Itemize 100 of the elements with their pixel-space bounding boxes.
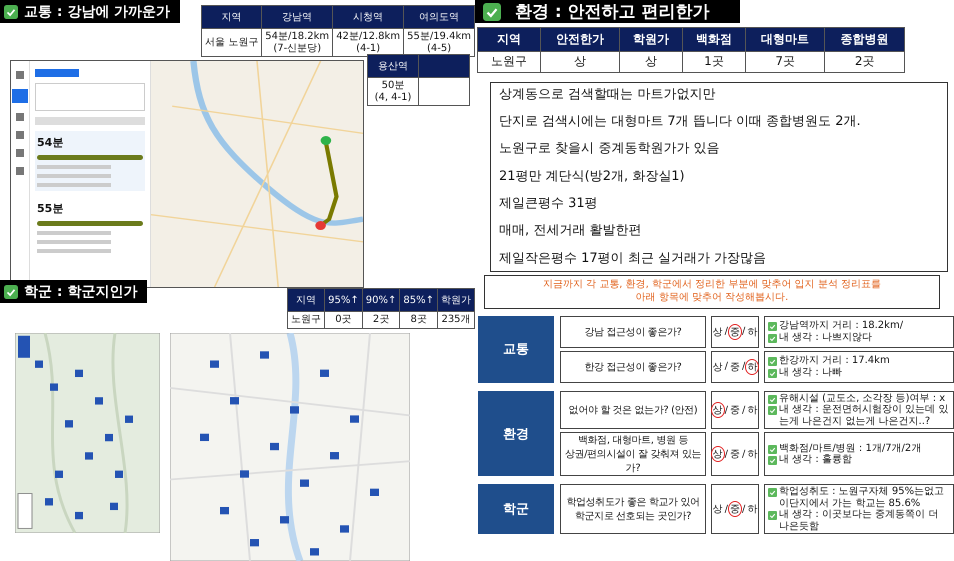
rating-option[interactable]: 중 [728, 402, 742, 418]
column-header: 지역 [288, 288, 325, 312]
column-header: 85%↑ [400, 288, 438, 312]
nav-icon[interactable] [16, 131, 24, 139]
check-icon [768, 368, 777, 378]
nav-icon[interactable] [16, 149, 24, 157]
column-header: 대형마트 [745, 28, 825, 52]
separator-text: / [742, 504, 746, 515]
column-header: 강남역 [262, 6, 333, 28]
column-header: 시청역 [332, 6, 404, 28]
check-icon [768, 511, 777, 520]
column-header: 95%↑ [324, 288, 362, 312]
rating-option[interactable]: 상 [710, 501, 725, 518]
question-cell: 강남 접근성이 좋은가? [560, 316, 706, 348]
section-title: 환경 : 안전하고 편리한가 [515, 1, 710, 23]
rating-option[interactable]: 상 [710, 402, 725, 418]
nav-icon[interactable] [16, 71, 24, 79]
check-icon [768, 334, 777, 343]
check-icon [768, 456, 777, 466]
check-icon [4, 4, 18, 18]
separator-text: / [724, 448, 728, 460]
table-cell: 서울 노원구 [202, 28, 262, 56]
answer-text: 강남역까지 거리 : 18.2km/ [779, 320, 904, 332]
column-header: 90%↑ [362, 288, 400, 312]
note-line: 노원구로 찾을시 중계동학원가가 있음 [499, 140, 720, 158]
check-icon [768, 406, 777, 416]
separator-text: / [724, 326, 728, 338]
answer-text: 한강까지 거리 : 17.4km [779, 355, 891, 367]
table-cell: 노원구 [288, 312, 325, 328]
note-line: 제일작은평수 17평이 최근 실거래가 가장많음 [499, 250, 768, 268]
notice-text: 지금까지 각 교통, 환경, 학군에서 정리한 부분에 맞추어 입지 분석 정리표를 아래 항목에 맞추어 작성해봅시다. [542, 279, 882, 304]
table-cell: 노원구 [478, 52, 540, 72]
table-cell: 7곳 [745, 52, 825, 72]
table-cell: 2곳 [362, 312, 400, 328]
table-cell: 235개 [438, 312, 474, 328]
category-label: 환경 [478, 390, 554, 476]
table-cell: 1곳 [682, 52, 746, 72]
answer-text: 유해시설 (교도소, 소각장 등)여부 : x [779, 392, 946, 404]
note-line: 매매, 전세거래 활발한편 [499, 222, 642, 240]
question-cell: 없어야 할 것은 없는가? (안전) [560, 390, 706, 430]
check-icon [768, 444, 777, 454]
note-line: 제일큰평수 31평 [499, 195, 599, 214]
rating-option[interactable]: 하 [745, 324, 760, 340]
route-time: 55분 [37, 201, 64, 216]
note-line: 21평만 계단식(방2개, 화장실1) [499, 168, 686, 186]
category-label: 교통 [478, 316, 554, 383]
separator-text: / [724, 404, 728, 416]
rating-option[interactable]: 중 [728, 501, 742, 518]
table-cell: 상 [540, 52, 620, 72]
column-header: 학원가 [438, 288, 474, 312]
rating-option[interactable]: 상 [710, 446, 725, 462]
table-cell: 2곳 [824, 52, 904, 72]
check-icon [768, 394, 777, 404]
rating-option[interactable]: 중 [728, 446, 742, 462]
category-label: 학군 [478, 484, 554, 534]
separator-text: / [742, 448, 746, 460]
column-header: 안전한가 [540, 28, 620, 52]
answer-text: 학업성취도 : 노원구자체 95%는없고 이단지에서 가는 학교는 85.6% [779, 486, 946, 510]
question-cell: 한강 접근성이 좋은가? [560, 350, 706, 383]
answer-text: 내 생각 : 나쁘지않다 [779, 332, 873, 344]
check-icon [4, 284, 18, 298]
column-header: 지역 [202, 6, 262, 28]
rating-option[interactable]: 중 [728, 358, 742, 375]
note-line: 상계동으로 검색할때는 마트가없지만 [499, 86, 716, 104]
answer-text: 내 생각 : 나빠 [779, 366, 843, 378]
check-icon [768, 322, 777, 332]
nav-icon[interactable] [16, 167, 24, 175]
section-title: 교통 : 강남에 가까운가 [24, 2, 170, 20]
table-cell: 상 [620, 52, 683, 72]
check-icon [768, 488, 777, 498]
rating-option[interactable]: 상 [710, 324, 725, 340]
nav-icon[interactable] [16, 113, 24, 121]
table-cell: 8곳 [400, 312, 438, 328]
rating-option[interactable]: 하 [745, 402, 760, 418]
route-time: 54분 [37, 135, 64, 150]
rating-option[interactable]: 하 [745, 501, 760, 518]
note-line: 단지로 검색시에는 대형마트 7개 뜹니다 이때 종합병원도 2개. [499, 113, 862, 132]
rating-option[interactable]: 중 [728, 324, 742, 340]
column-header: 학원가 [620, 28, 683, 52]
search-field[interactable] [35, 83, 145, 111]
table-cell: 0곳 [324, 312, 362, 328]
question-cell: 백화점, 대형마트, 병원 등 상권/편의시설이 잘 갖춰져 있는가? [560, 432, 706, 476]
check-icon [483, 2, 501, 20]
rating-option[interactable]: 하 [745, 358, 760, 375]
answer-text: 백화점/마트/병원 : 1개/7개/2개 [779, 442, 922, 454]
separator-text: / [742, 404, 746, 416]
separator-text: / [742, 326, 746, 338]
nav-icon[interactable] [12, 89, 28, 103]
separator-text: / [724, 504, 728, 515]
mode-tab[interactable] [35, 69, 79, 77]
separator-text: / [724, 361, 728, 372]
column-header: 백화점 [682, 28, 746, 52]
rating-option[interactable]: 상 [710, 358, 725, 375]
rating-option[interactable]: 하 [745, 446, 760, 462]
answer-text: 내 생각 : 훌륭함 [779, 454, 853, 466]
answer-text: 내 생각 : 이곳보다는 중계동쪽이 더 나은듯함 [779, 509, 940, 532]
table-cell: 50분 (4, 4-1) [368, 78, 418, 106]
section-title: 학군 : 학군지인가 [24, 282, 138, 300]
column-header: 종합병원 [824, 28, 904, 52]
column-header: 여의도역 [404, 6, 474, 28]
